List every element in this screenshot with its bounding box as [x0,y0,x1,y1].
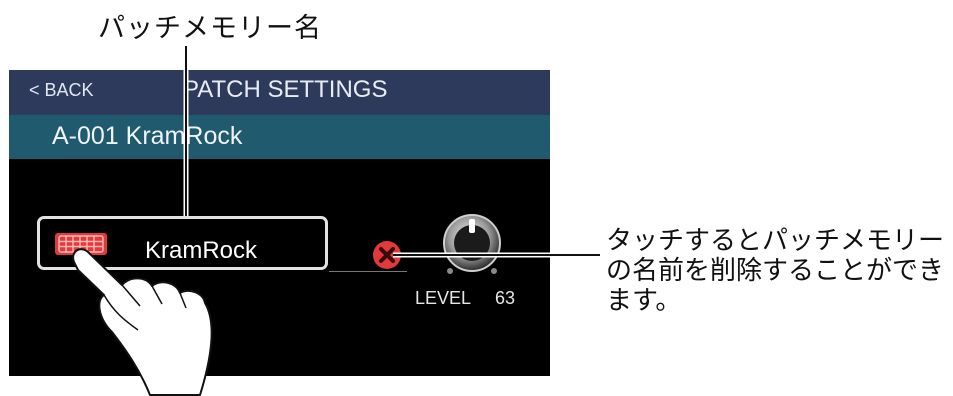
pointing-hand-icon [72,248,213,396]
callout-overlay [72,46,600,396]
delete-callout: タッチするとパッチメモリーの名前を削除することができます。 [606,226,945,316]
